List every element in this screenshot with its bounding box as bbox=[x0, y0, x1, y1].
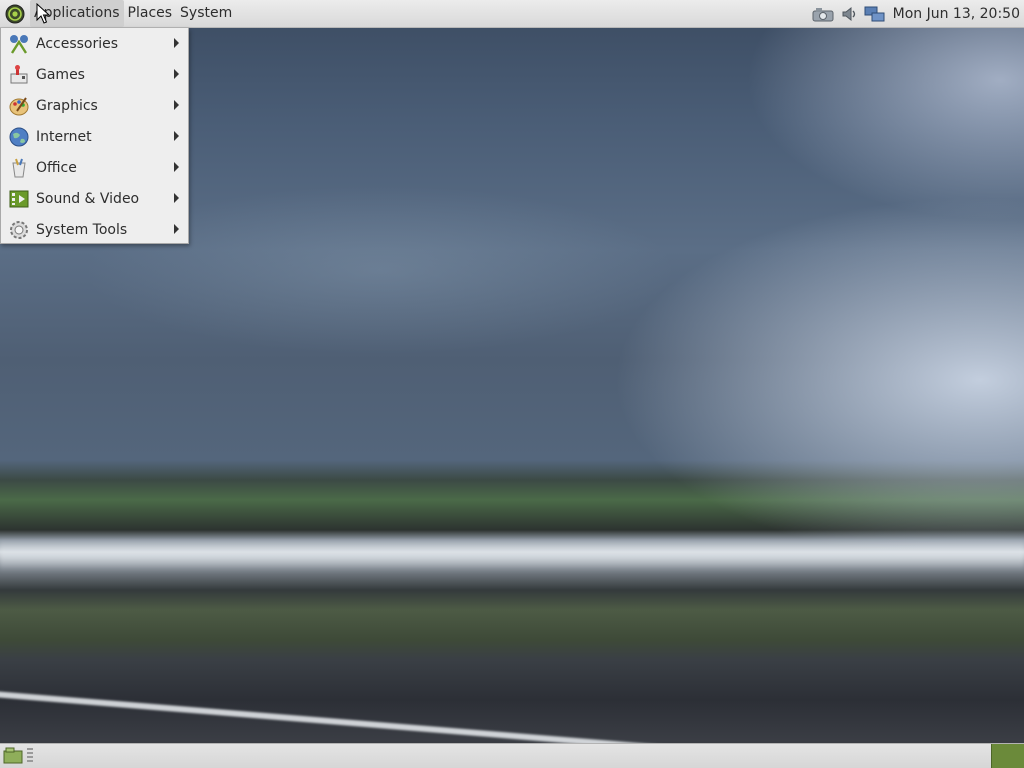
menu-item-office[interactable]: Office bbox=[1, 152, 188, 183]
accessories-icon bbox=[7, 32, 31, 56]
volume-icon[interactable] bbox=[837, 4, 861, 24]
menu-item-label: Office bbox=[36, 159, 77, 176]
system-tray: Mon Jun 13, 20:50 bbox=[809, 0, 1024, 27]
games-icon bbox=[7, 63, 31, 87]
menu-item-label: Graphics bbox=[36, 97, 98, 114]
mouse-cursor-icon bbox=[36, 3, 50, 24]
workspace-switcher[interactable] bbox=[991, 744, 1024, 768]
distro-logo-icon[interactable] bbox=[4, 3, 26, 25]
menu-item-label: System Tools bbox=[36, 221, 128, 238]
menu-item-label: Sound & Video bbox=[36, 190, 140, 207]
menu-system[interactable]: System bbox=[176, 0, 236, 27]
menu-item-label: Accessories bbox=[36, 35, 119, 52]
submenu-arrow-icon bbox=[174, 69, 179, 79]
menu-places[interactable]: Places bbox=[124, 0, 177, 27]
graphics-icon bbox=[7, 94, 31, 118]
top-panel: Applications Places System Mon Jun 13, 2… bbox=[0, 0, 1024, 28]
camera-icon[interactable] bbox=[811, 4, 835, 24]
submenu-arrow-icon bbox=[174, 131, 179, 141]
submenu-arrow-icon bbox=[174, 162, 179, 172]
submenu-arrow-icon bbox=[174, 100, 179, 110]
bottom-panel bbox=[0, 743, 1024, 768]
system-tools-icon bbox=[7, 218, 31, 242]
show-desktop-icon[interactable] bbox=[2, 746, 24, 766]
menu-item-sound-video[interactable]: Sound & Video bbox=[1, 183, 188, 214]
applications-menu: Accessories Games Graphics Internet Offi… bbox=[0, 28, 189, 244]
guardrail-blur bbox=[0, 538, 1024, 572]
menu-item-games[interactable]: Games bbox=[1, 59, 188, 90]
submenu-arrow-icon bbox=[174, 38, 179, 48]
sound-video-icon bbox=[7, 187, 31, 211]
office-icon bbox=[7, 156, 31, 180]
submenu-arrow-icon bbox=[174, 224, 179, 234]
internet-icon bbox=[7, 125, 31, 149]
menu-item-internet[interactable]: Internet bbox=[1, 121, 188, 152]
clock[interactable]: Mon Jun 13, 20:50 bbox=[893, 6, 1020, 22]
menu-item-system-tools[interactable]: System Tools bbox=[1, 214, 188, 245]
panel-drag-handle[interactable] bbox=[27, 748, 33, 764]
menu-item-label: Games bbox=[36, 66, 85, 83]
menu-item-accessories[interactable]: Accessories bbox=[1, 28, 188, 59]
network-icon[interactable] bbox=[863, 4, 887, 24]
submenu-arrow-icon bbox=[174, 193, 179, 203]
menu-item-graphics[interactable]: Graphics bbox=[1, 90, 188, 121]
menu-item-label: Internet bbox=[36, 128, 92, 145]
